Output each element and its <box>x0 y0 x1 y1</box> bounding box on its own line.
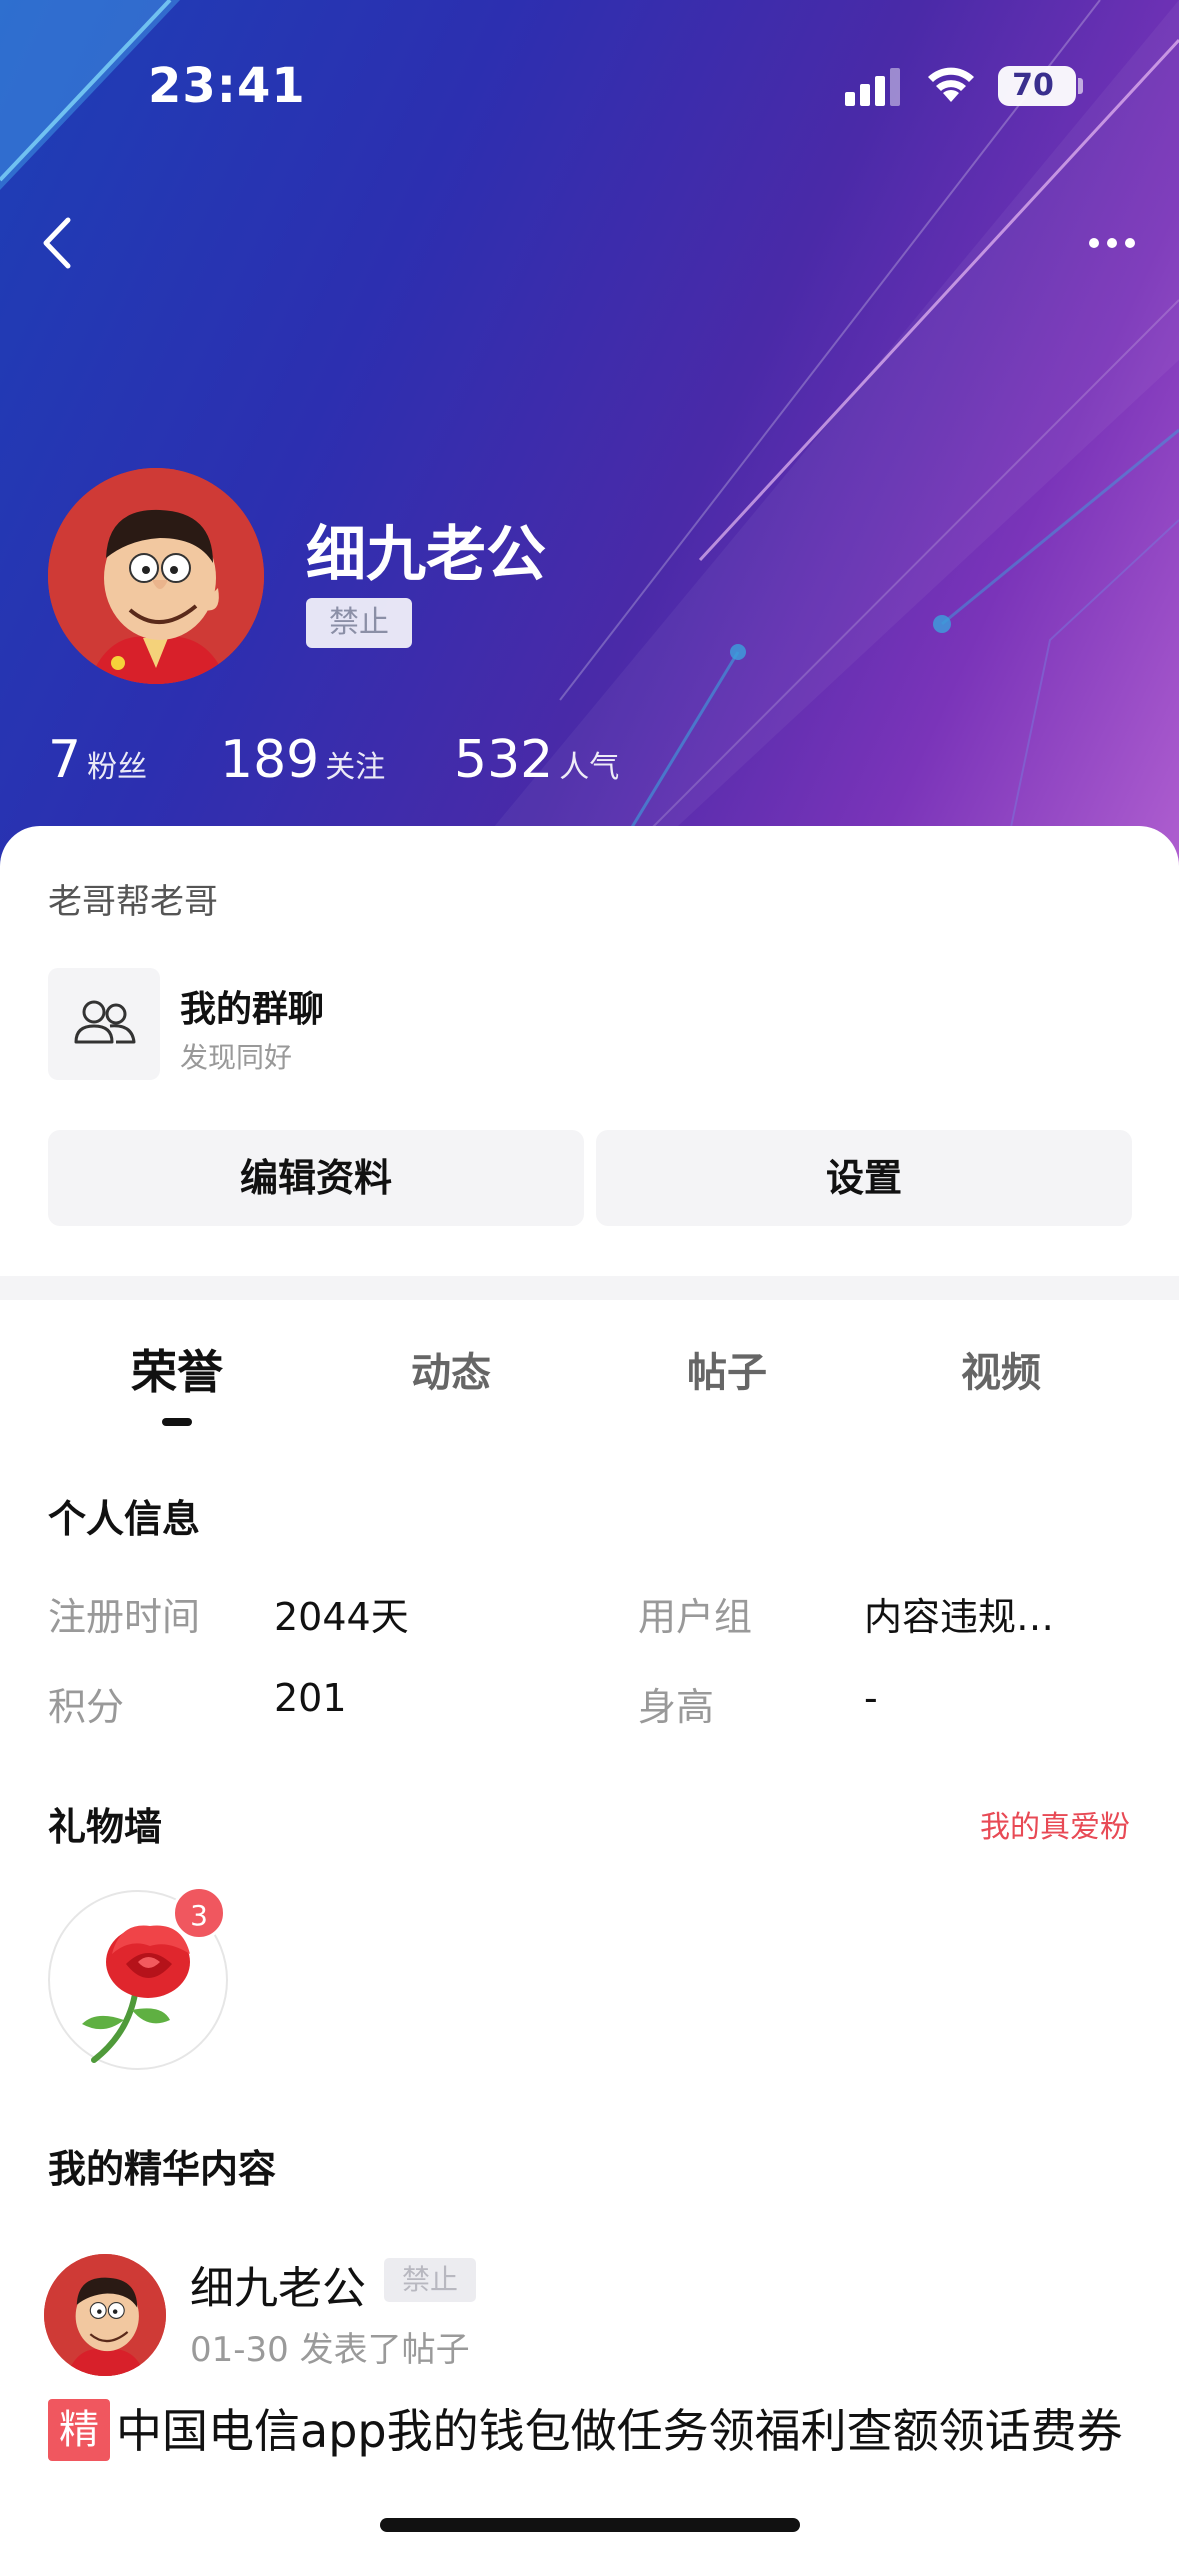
wifi-icon <box>928 67 974 102</box>
cartoon-avatar-image <box>44 2254 166 2376</box>
group-chat-icon-box <box>48 968 160 1080</box>
group-chat-name: 我的群聊 <box>180 989 325 1030</box>
stat-popularity-label: 人气 <box>559 750 620 785</box>
profile-tabs: 荣誉 动态 帖子 视频 <box>0 1300 1179 1440</box>
edit-profile-button[interactable]: 编辑资料 <box>48 1130 584 1226</box>
essence-badge: 精 <box>48 2399 110 2461</box>
my-group-chat-entry[interactable]: 我的群聊 发现同好 <box>48 968 1131 1080</box>
stat-fans-value: 7 <box>48 730 82 790</box>
info-label-register-time: 注册时间 <box>48 1595 201 1639</box>
tab-videos[interactable]: 视频 <box>901 1340 1101 1398</box>
battery-icon: 70 <box>998 66 1076 106</box>
profile-avatar[interactable] <box>48 468 264 684</box>
group-people-icon <box>74 1000 136 1044</box>
tab-posts[interactable]: 帖子 <box>627 1340 827 1398</box>
stat-fans[interactable]: 7 粉丝 <box>48 730 147 790</box>
back-arrow-icon[interactable] <box>28 208 98 278</box>
cellular-signal-icon <box>845 68 900 106</box>
home-indicator[interactable] <box>380 2518 800 2532</box>
tab-honor[interactable]: 荣誉 <box>77 1336 277 1402</box>
tab-activity[interactable]: 动态 <box>351 1340 551 1398</box>
info-label-height: 身高 <box>638 1685 715 1729</box>
section-divider <box>0 1276 1179 1300</box>
info-value-height: - <box>864 1676 878 1720</box>
profile-card: 老哥帮老哥 我的群聊 发现同好 编辑资料 设置 <box>0 826 1179 1276</box>
stat-popularity-value: 532 <box>454 730 554 790</box>
profile-header: 23:41 70 细九老公 禁止 7 粉丝 189 关注 532 人气 <box>0 0 1179 880</box>
info-value-register-time: 2044天 <box>274 1595 409 1639</box>
battery-level: 70 <box>1012 68 1054 103</box>
gift-wall-title: 礼物墙 <box>48 1805 163 1849</box>
featured-content-title: 我的精华内容 <box>48 2147 277 2191</box>
profile-username: 细九老公 <box>306 520 546 590</box>
post-author-avatar[interactable] <box>44 2254 166 2376</box>
true-fans-link[interactable]: 我的真爱粉 <box>900 1802 1130 1846</box>
status-time: 23:41 <box>148 58 306 114</box>
cartoon-avatar-image <box>48 468 264 684</box>
active-tab-indicator <box>162 1418 192 1426</box>
status-bar: 23:41 70 <box>0 0 1179 170</box>
info-label-user-group: 用户组 <box>638 1595 753 1639</box>
info-value-points: 201 <box>274 1676 347 1720</box>
stat-following-value: 189 <box>220 730 320 790</box>
settings-button[interactable]: 设置 <box>596 1130 1132 1226</box>
post-text: 中国电信app我的钱包做任务领福利查额领话费券 <box>116 2404 1123 2458</box>
gift-count-badge: 3 <box>172 1886 226 1940</box>
stat-following[interactable]: 189 关注 <box>220 730 385 790</box>
post-meta: 01-30 发表了帖子 <box>190 2330 470 2370</box>
post-author-status-badge: 禁止 <box>384 2258 476 2302</box>
info-value-user-group: 内容违规… <box>864 1595 1055 1639</box>
info-label-points: 积分 <box>48 1685 125 1729</box>
post-author-name[interactable]: 细九老公 <box>190 2252 366 2316</box>
post-content[interactable]: 精中国电信app我的钱包做任务领福利查额领话费券 <box>48 2396 1138 2466</box>
stat-following-label: 关注 <box>325 750 386 785</box>
stat-fans-label: 粉丝 <box>87 750 148 785</box>
more-options-icon[interactable] <box>1080 210 1150 276</box>
group-chat-subtitle: 发现同好 <box>180 1041 293 1074</box>
community-title: 老哥帮老哥 <box>48 882 218 922</box>
personal-info-title: 个人信息 <box>48 1497 201 1541</box>
stat-popularity: 532 人气 <box>454 730 619 790</box>
status-badge: 禁止 <box>306 598 412 648</box>
